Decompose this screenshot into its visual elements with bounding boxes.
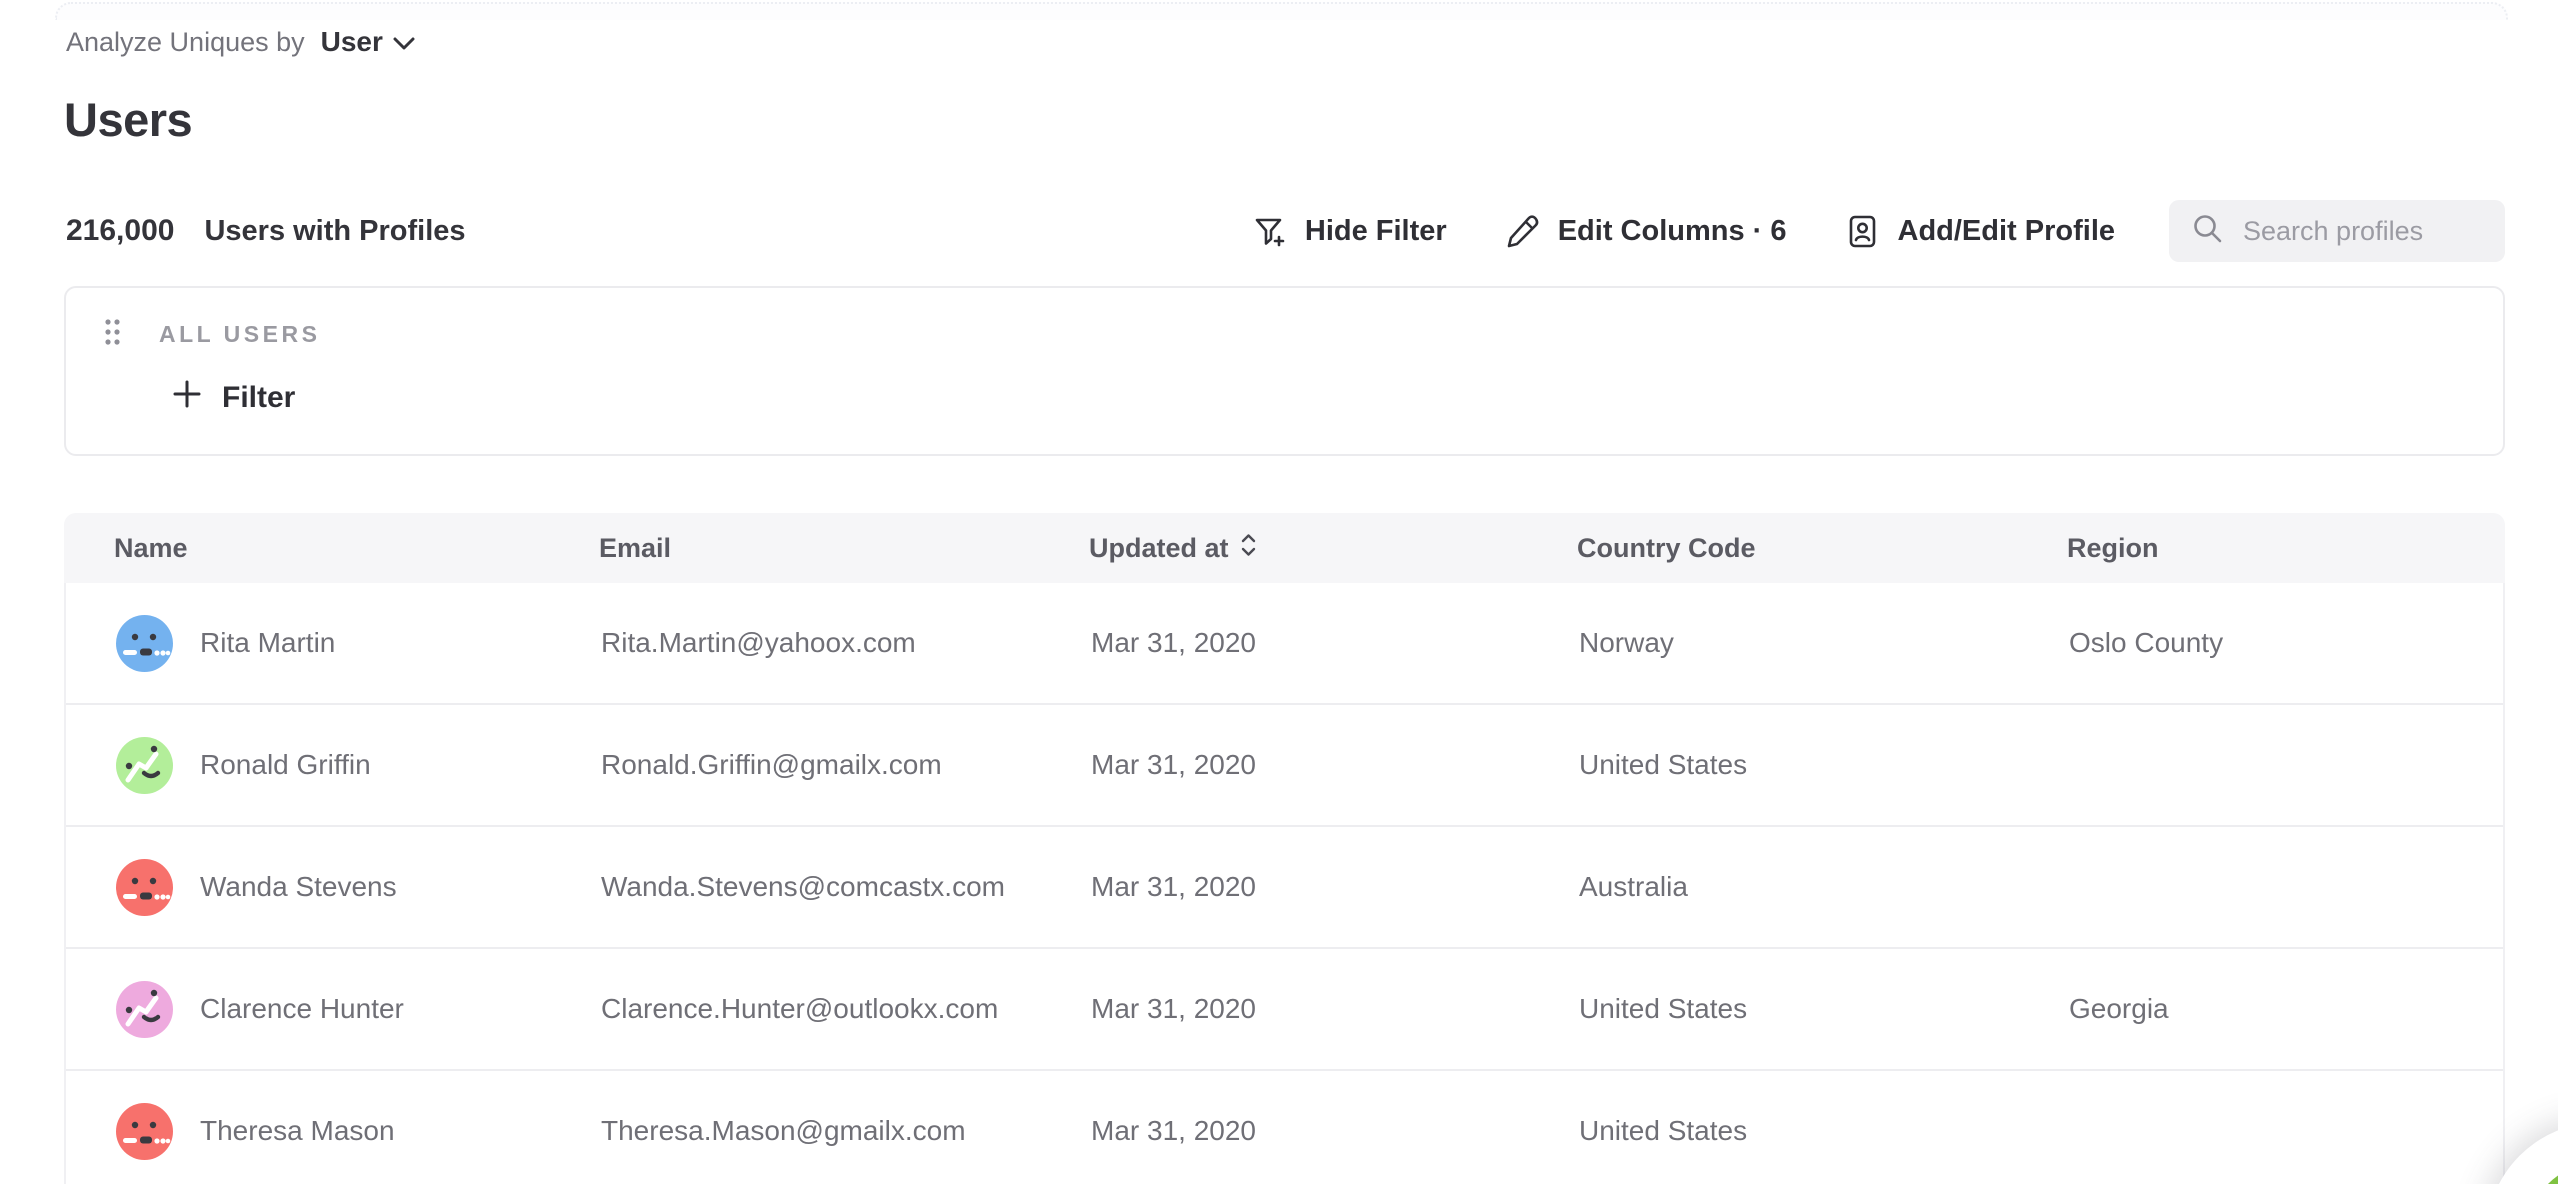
face-smile-icon [116, 737, 173, 794]
users-table: Name Email Updated at Country Code Regio… [64, 513, 2505, 1184]
user-email: Wanda.Stevens@comcastx.com [601, 871, 1005, 902]
edit-columns-button[interactable]: Edit Columns · 6 [1504, 213, 1787, 250]
user-region: Oslo County [2069, 627, 2223, 658]
face-smile-icon [116, 981, 173, 1038]
avatar [116, 981, 173, 1038]
edit-columns-label: Edit Columns · 6 [1558, 215, 1787, 248]
avatar [116, 1103, 173, 1160]
users-page: Analyze Uniques by User Users 216,000 Us… [0, 0, 2558, 1184]
add-filter-label: Filter [222, 381, 295, 415]
add-filter-button[interactable]: Filter [172, 379, 295, 417]
pencil-icon [1504, 213, 1541, 250]
analyze-by-value: User [321, 26, 383, 58]
user-email: Ronald.Griffin@gmailx.com [601, 749, 942, 780]
hide-filter-label: Hide Filter [1305, 215, 1447, 248]
user-country-code: United States [1579, 1115, 1747, 1146]
user-name: Rita Martin [200, 627, 335, 659]
analyze-uniques-row: Analyze Uniques by User [66, 26, 415, 58]
card-top-edge [55, 2, 2508, 20]
sort-chevrons-icon[interactable] [1239, 532, 1258, 565]
column-header-name[interactable]: Name [114, 533, 599, 564]
user-country-code: Australia [1579, 871, 1688, 902]
column-header-country-code[interactable]: Country Code [1577, 533, 2067, 564]
plus-icon [172, 379, 202, 417]
avatar [116, 859, 173, 916]
users-count: 216,000 [66, 214, 174, 248]
face-neutral-icon [116, 615, 173, 672]
avatar [116, 615, 173, 672]
drag-handle-icon[interactable] [104, 318, 121, 351]
chevron-down-icon [393, 26, 415, 58]
funnel-plus-icon [1251, 213, 1288, 250]
add-edit-profile-label: Add/Edit Profile [1898, 215, 2116, 248]
users-count-label: Users with Profiles [204, 215, 465, 248]
profile-card-icon [1844, 213, 1881, 250]
table-row[interactable]: Rita Martin Rita.Martin@yahoox.com Mar 3… [66, 583, 2503, 705]
user-name: Ronald Griffin [200, 749, 371, 781]
filter-group-label: ALL USERS [159, 321, 320, 348]
user-email: Rita.Martin@yahoox.com [601, 627, 916, 658]
user-email: Clarence.Hunter@outlookx.com [601, 993, 998, 1024]
stats-toolbar-row: 216,000 Users with Profiles Hide Filter … [66, 198, 2505, 264]
table-row[interactable]: Ronald Griffin Ronald.Griffin@gmailx.com… [66, 705, 2503, 827]
user-name: Wanda Stevens [200, 871, 397, 903]
avatar [116, 737, 173, 794]
table-row[interactable]: Clarence Hunter Clarence.Hunter@outlookx… [66, 949, 2503, 1071]
user-country-code: Norway [1579, 627, 1674, 658]
user-updated-at: Mar 31, 2020 [1091, 1115, 1256, 1146]
user-name: Theresa Mason [200, 1115, 395, 1147]
search-profiles-input[interactable] [2243, 216, 2485, 247]
table-row[interactable]: Theresa Mason Theresa.Mason@gmailx.com M… [66, 1071, 2503, 1184]
analyze-by-dropdown[interactable]: User [321, 26, 415, 58]
analyze-uniques-label: Analyze Uniques by [66, 27, 305, 58]
table-header: Name Email Updated at Country Code Regio… [64, 513, 2505, 583]
user-region: Georgia [2069, 993, 2169, 1024]
user-updated-at: Mar 31, 2020 [1091, 871, 1256, 902]
column-header-updated-at[interactable]: Updated at [1089, 532, 1577, 565]
column-header-region[interactable]: Region [2067, 533, 2505, 564]
user-country-code: United States [1579, 993, 1747, 1024]
table-row[interactable]: Wanda Stevens Wanda.Stevens@comcastx.com… [66, 827, 2503, 949]
user-name: Clarence Hunter [200, 993, 404, 1025]
add-edit-profile-button[interactable]: Add/Edit Profile [1844, 213, 2116, 250]
face-neutral-icon [116, 1103, 173, 1160]
search-profiles-box[interactable] [2169, 200, 2505, 262]
filter-panel: ALL USERS Filter [64, 286, 2505, 456]
hide-filter-button[interactable]: Hide Filter [1251, 213, 1447, 250]
search-icon [2191, 212, 2225, 251]
user-updated-at: Mar 31, 2020 [1091, 749, 1256, 780]
user-country-code: United States [1579, 749, 1747, 780]
user-updated-at: Mar 31, 2020 [1091, 993, 1256, 1024]
page-title: Users [64, 92, 192, 147]
column-header-email[interactable]: Email [599, 533, 1089, 564]
face-neutral-icon [116, 859, 173, 916]
user-email: Theresa.Mason@gmailx.com [601, 1115, 966, 1146]
user-updated-at: Mar 31, 2020 [1091, 627, 1256, 658]
table-body: Rita Martin Rita.Martin@yahoox.com Mar 3… [64, 583, 2505, 1184]
